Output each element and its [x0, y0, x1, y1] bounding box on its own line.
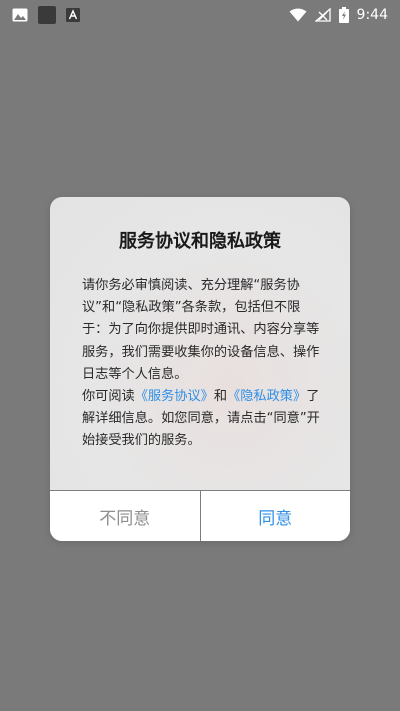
paragraph-2-prefix: 你可阅读 — [82, 389, 135, 405]
service-agreement-link[interactable]: 《服务协议》 — [135, 389, 214, 404]
battery-charging-icon — [338, 7, 349, 23]
square-icon — [38, 6, 56, 24]
status-time: 9:44 — [356, 7, 388, 23]
font-icon — [66, 8, 80, 22]
dialog-button-bar: 不同意 同意 — [50, 490, 350, 541]
image-icon — [12, 8, 28, 22]
no-signal-icon — [314, 8, 331, 22]
dialog-paragraph-2: 你可阅读《服务协议》和《隐私政策》了解详细信息。如您同意，请点击“同意”开始接受… — [82, 386, 322, 453]
privacy-policy-link[interactable]: 《隐私政策》 — [227, 389, 306, 404]
wifi-icon — [289, 8, 307, 22]
status-bar-right: 9:44 — [281, 7, 388, 23]
status-bar-left — [12, 6, 90, 24]
dialog-title: 服务协议和隐私政策 — [119, 231, 281, 252]
dialog-paragraph-1: 请你务必审慎阅读、充分理解“服务协议”和“隐私政策”各条款，包括但不限于：为了向… — [82, 278, 320, 382]
paragraph-2-and: 和 — [213, 389, 228, 405]
status-bar: 9:44 — [0, 0, 400, 30]
agree-button[interactable]: 同意 — [201, 491, 351, 541]
privacy-dialog: 服务协议和隐私政策 请你务必审慎阅读、充分理解“服务协议”和“隐私政策”各条款，… — [50, 197, 350, 541]
disagree-button[interactable]: 不同意 — [50, 491, 201, 541]
dialog-body: 请你务必审慎阅读、充分理解“服务协议”和“隐私政策”各条款，包括但不限于：为了向… — [82, 275, 322, 453]
